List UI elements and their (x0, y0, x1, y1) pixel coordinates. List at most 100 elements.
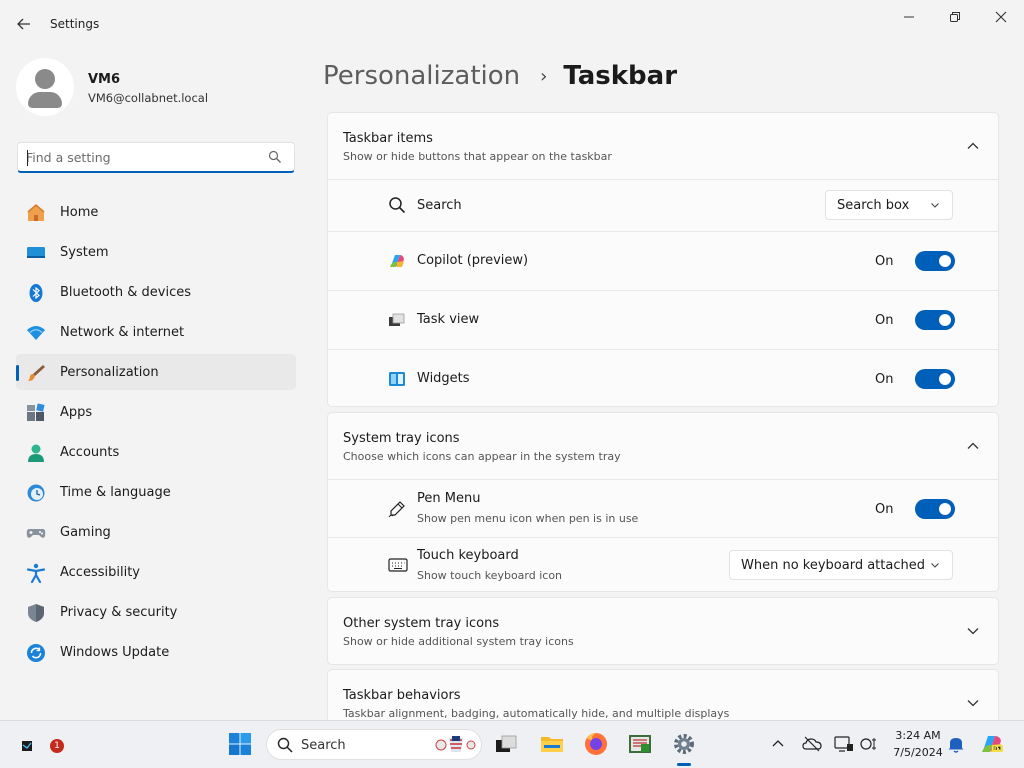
section-title: Taskbar items (343, 131, 433, 146)
copilot-taskbar-button[interactable] (980, 732, 1004, 756)
sidebar-item-accounts[interactable]: Accounts (16, 434, 296, 470)
row-label: Task view (417, 312, 480, 327)
accessibility-icon (26, 563, 46, 583)
active-app-indicator (677, 763, 691, 766)
network-icon (27, 326, 45, 340)
sidebar-item-bluetooth[interactable]: Bluetooth & devices (16, 274, 296, 310)
taskbar-search[interactable]: Search (266, 729, 482, 760)
copilot-icon (390, 255, 404, 267)
task-view-button[interactable] (493, 731, 519, 757)
brush-icon (28, 365, 45, 381)
taskbar-items-section: Taskbar items Show or hide buttons that … (327, 112, 999, 407)
firefox-icon (585, 733, 607, 755)
sidebar-item-label: Accessibility (60, 565, 140, 580)
copilot-row: Copilot (preview) On (328, 231, 998, 290)
settings-app-button[interactable] (671, 731, 697, 757)
restore-icon (950, 12, 960, 22)
sidebar-item-apps[interactable]: Apps (16, 394, 296, 430)
other-tray-section[interactable]: Other system tray icons Show or hide add… (327, 597, 999, 665)
sidebar-item-label: Bluetooth & devices (60, 285, 191, 300)
task-view-row: Task view On (328, 290, 998, 349)
search-input[interactable] (26, 148, 266, 166)
windows-taskbar: 1 Search 3:24 AM 7/5/2024 (0, 720, 1024, 768)
settings-search-box[interactable] (17, 142, 295, 173)
file-explorer-button[interactable] (539, 731, 565, 757)
other-tray-header[interactable]: Other system tray icons Show or hide add… (328, 598, 998, 664)
search-row: Search Search box (328, 179, 998, 231)
avatar (16, 58, 74, 116)
section-title: Other system tray icons (343, 616, 500, 631)
sidebar-item-label: Home (60, 205, 99, 220)
task-view-toggle[interactable] (915, 310, 955, 330)
chevron-up-icon[interactable] (966, 139, 980, 153)
sidebar-item-gaming[interactable]: Gaming (16, 514, 296, 550)
notification-app-button[interactable]: 1 (18, 731, 64, 757)
chevron-down-icon[interactable] (966, 624, 980, 638)
onedrive-icon (802, 736, 822, 752)
copilot-icon (982, 736, 1003, 752)
sidebar-item-privacy-security[interactable]: Privacy & security (16, 594, 296, 630)
app-icon (629, 735, 651, 753)
apps-icon (27, 403, 45, 421)
pinned-app-button[interactable] (627, 731, 653, 757)
sidebar-item-personalization[interactable]: Personalization (16, 354, 296, 390)
toggle-state-label: On (875, 502, 894, 517)
toggle-state-label: On (875, 372, 894, 387)
restore-button[interactable] (932, 4, 978, 30)
widgets-toggle[interactable] (915, 369, 955, 389)
user-profile[interactable]: VM6 VM6@collabnet.local (16, 58, 296, 118)
sidebar-item-label: Windows Update (60, 645, 170, 660)
profile-email: VM6@collabnet.local (88, 91, 209, 105)
toggle-state-label: On (875, 313, 894, 328)
close-button[interactable] (978, 4, 1024, 30)
firefox-button[interactable] (583, 731, 609, 757)
chevron-down-icon (931, 203, 939, 208)
sidebar-item-label: Time & language (60, 485, 171, 500)
system-tray-header[interactable]: System tray icons Choose which icons can… (328, 413, 998, 479)
back-arrow-icon (17, 18, 30, 30)
sidebar-item-label: System (60, 245, 109, 260)
row-description: Show pen menu icon when pen is in use (417, 512, 639, 525)
touch-keyboard-dropdown[interactable]: When no keyboard attached (729, 550, 953, 580)
sidebar-item-system[interactable]: System (16, 234, 296, 270)
back-button[interactable] (10, 12, 38, 36)
sidebar-item-label: Personalization (60, 365, 159, 380)
sidebar-item-home[interactable]: Home (16, 194, 296, 230)
search-highlight-icon (435, 736, 476, 752)
onedrive-button[interactable] (802, 734, 822, 754)
row-label: Widgets (417, 371, 470, 386)
show-hidden-icons-button[interactable] (768, 734, 788, 754)
touch-keyboard-row: Touch keyboard Show touch keyboard icon … (328, 537, 998, 591)
network-icon (834, 736, 853, 752)
avatar-head (35, 69, 55, 89)
sidebar-nav: Home System Bluetooth & devices Network … (16, 194, 296, 674)
chevron-down-icon[interactable] (966, 696, 980, 710)
start-icon (229, 733, 251, 755)
start-button[interactable] (227, 731, 253, 757)
chevron-down-icon (931, 563, 939, 568)
avatar-body (28, 92, 62, 108)
search-icon (389, 197, 406, 214)
sidebar-item-label: Network & internet (60, 325, 185, 340)
search-mode-dropdown[interactable]: Search box (825, 190, 953, 220)
sidebar-item-windows-update[interactable]: Windows Update (16, 634, 296, 670)
breadcrumb: Personalization › Taskbar (323, 56, 677, 96)
breadcrumb-parent[interactable]: Personalization (323, 61, 520, 91)
text-caret (27, 150, 28, 166)
taskbar-behaviors-section[interactable]: Taskbar behaviors Taskbar alignment, bad… (327, 669, 999, 720)
minimize-button[interactable] (886, 4, 932, 30)
section-description: Taskbar alignment, badging, automaticall… (343, 707, 730, 720)
copilot-toggle[interactable] (915, 251, 955, 271)
sidebar-item-time-language[interactable]: Time & language (16, 474, 296, 510)
sidebar-item-network[interactable]: Network & internet (16, 314, 296, 350)
pen-icon (388, 501, 405, 518)
notification-center-button[interactable] (946, 734, 966, 754)
power-status-button[interactable] (858, 734, 878, 754)
sidebar-item-label: Privacy & security (60, 605, 178, 620)
chevron-up-icon[interactable] (966, 439, 980, 453)
pen-menu-toggle[interactable] (915, 499, 955, 519)
network-status-button[interactable] (834, 734, 854, 754)
taskbar-items-header[interactable]: Taskbar items Show or hide buttons that … (328, 113, 998, 179)
taskbar-behaviors-header[interactable]: Taskbar behaviors Taskbar alignment, bad… (328, 670, 998, 720)
sidebar-item-accessibility[interactable]: Accessibility (16, 554, 296, 590)
